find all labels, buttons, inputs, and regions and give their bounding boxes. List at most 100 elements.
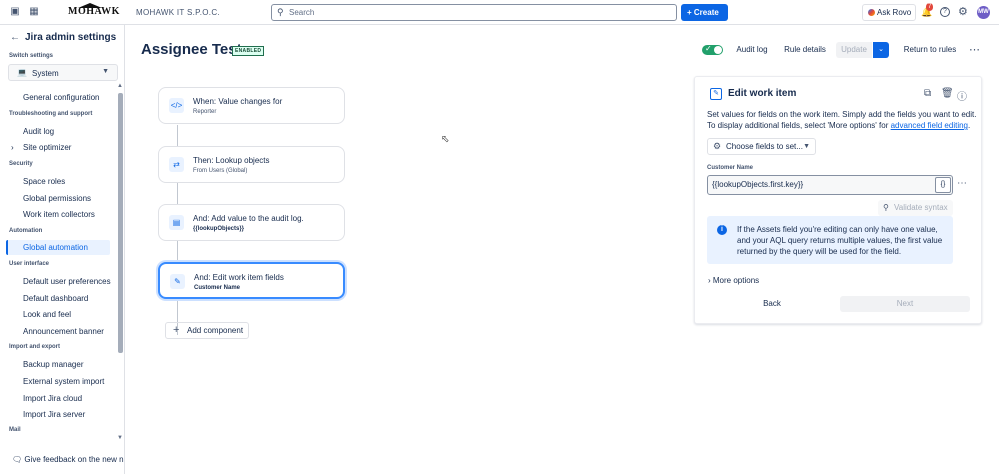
validate-syntax-label: Validate syntax bbox=[894, 203, 948, 212]
scroll-up-arrow-icon[interactable]: ▲ bbox=[117, 83, 123, 89]
sidebar-scrollbar[interactable]: ▲ ▼ bbox=[117, 83, 124, 449]
mouse-cursor-icon: ⬁ bbox=[441, 134, 450, 145]
sidebar-section-user-interface: User interface bbox=[9, 261, 50, 267]
sidebar-nav-list: General configuration Troubleshooting an… bbox=[0, 87, 117, 447]
update-dropdown-chevron-icon[interactable]: ⌄ bbox=[873, 42, 889, 58]
give-feedback-link[interactable]: 🗨 Give feedback on the new navigation bbox=[12, 455, 124, 464]
settings-switcher-value: System bbox=[32, 69, 59, 78]
delete-icon[interactable]: 🗑 bbox=[941, 88, 954, 99]
flow-card-title: And: Edit work item fields bbox=[194, 273, 284, 282]
flow-card-subtitle: From Users (Global) bbox=[193, 168, 248, 174]
scroll-thumb[interactable] bbox=[118, 93, 123, 353]
next-button[interactable]: Next bbox=[840, 296, 970, 312]
sidebar-item-external-system-import[interactable]: External system import bbox=[23, 377, 104, 386]
feedback-icon: 🗨 bbox=[12, 455, 25, 464]
monitor-icon: 💻 bbox=[17, 68, 27, 77]
app-switcher-icon[interactable]: ▦ bbox=[28, 6, 40, 18]
ask-rovo-button[interactable]: Ask Rovo bbox=[862, 4, 916, 21]
more-options-toggle[interactable]: › More options bbox=[708, 276, 759, 285]
sidebar-title: Jira admin settings bbox=[25, 32, 117, 43]
company-logo[interactable]: MOHAWK bbox=[68, 6, 120, 17]
advanced-field-editing-link[interactable]: advanced field editing bbox=[891, 121, 968, 130]
info-message: i If the Assets field you're editing can… bbox=[707, 216, 953, 264]
audit-log-button[interactable]: Audit log bbox=[731, 42, 773, 58]
return-to-rules-button[interactable]: Return to rules bbox=[898, 42, 962, 58]
help-icon[interactable]: ? bbox=[940, 7, 950, 17]
create-label: Create bbox=[693, 8, 719, 17]
scroll-down-arrow-icon[interactable]: ▼ bbox=[117, 435, 123, 441]
sidebar-section-mail: Mail bbox=[9, 427, 21, 433]
flow-card-lookup[interactable]: ⇄ Then: Lookup objects From Users (Globa… bbox=[158, 146, 345, 183]
chevron-down-icon: ▼ bbox=[803, 143, 810, 150]
sidebar-item-site-optimizer[interactable]: Site optimizer bbox=[23, 143, 71, 152]
duplicate-icon[interactable]: ⧉ bbox=[924, 88, 931, 99]
gear-icon: ⚙ bbox=[713, 141, 722, 151]
plus-icon: + bbox=[173, 324, 180, 336]
flow-card-trigger[interactable]: </> When: Value changes for Reporter bbox=[158, 87, 345, 124]
panel-description: Set values for fields on the work item. … bbox=[707, 110, 977, 130]
user-avatar[interactable]: MW bbox=[977, 6, 990, 19]
settings-switcher-select[interactable]: 💻 System ▼ bbox=[8, 64, 118, 81]
add-component-button[interactable]: + Add component bbox=[165, 322, 249, 339]
back-arrow-icon[interactable]: ← bbox=[10, 32, 20, 43]
sidebar-item-import-jira-cloud[interactable]: Import Jira cloud bbox=[23, 394, 82, 403]
check-icon: ✓ bbox=[705, 44, 712, 53]
sidebar-item-audit-log[interactable]: Audit log bbox=[23, 127, 54, 136]
create-button[interactable]: + Create bbox=[681, 4, 728, 21]
flow-card-subtitle: Customer Name bbox=[194, 285, 241, 291]
rule-details-button[interactable]: Rule details bbox=[779, 42, 831, 58]
update-button[interactable]: Update bbox=[836, 42, 872, 58]
field-more-icon[interactable]: ⋯ bbox=[957, 178, 967, 189]
notification-count-badge: 7 bbox=[926, 3, 934, 11]
help-icon[interactable]: ⓘ bbox=[957, 88, 967, 103]
switch-settings-label: Switch settings bbox=[9, 53, 54, 59]
info-text: If the Assets field you're editing can o… bbox=[737, 225, 943, 256]
sidebar-item-import-jira-server[interactable]: Import Jira server bbox=[23, 410, 85, 419]
admin-sidebar: ← Jira admin settings Switch settings 💻 … bbox=[0, 25, 125, 474]
sidebar-expand-chevron-icon[interactable]: › bbox=[11, 143, 14, 152]
flow-card-subtitle: {{lookupObjects}} bbox=[193, 226, 245, 232]
sidebar-item-work-item-collectors[interactable]: Work item collectors bbox=[23, 210, 95, 219]
back-button[interactable]: Back bbox=[707, 296, 837, 312]
sidebar-item-default-user-preferences[interactable]: Default user preferences bbox=[23, 277, 111, 286]
customer-name-field[interactable]: {{lookupObjects.first.key}} bbox=[707, 175, 953, 195]
flow-card-edit-work-item[interactable]: ✎ And: Edit work item fields Customer Na… bbox=[158, 262, 345, 299]
sidebar-item-global-permissions[interactable]: Global permissions bbox=[23, 194, 91, 203]
search-input[interactable]: ⚲ Search bbox=[271, 4, 677, 21]
search-icon: ⚲ bbox=[883, 203, 889, 212]
more-actions-icon[interactable]: ⋯ bbox=[969, 43, 980, 56]
sidebar-item-default-dashboard[interactable]: Default dashboard bbox=[23, 294, 88, 303]
sidebar-item-look-and-feel[interactable]: Look and feel bbox=[23, 310, 71, 319]
info-icon: i bbox=[717, 225, 727, 235]
customer-name-label: Customer Name bbox=[707, 165, 754, 171]
flow-card-title: Then: Lookup objects bbox=[193, 156, 270, 165]
flow-card-title: When: Value changes for bbox=[193, 97, 283, 106]
sidebar-toggle-icon[interactable]: ▣ bbox=[9, 6, 21, 18]
sidebar-item-backup-manager[interactable]: Backup manager bbox=[23, 360, 83, 369]
panel-title: Edit work item bbox=[728, 88, 797, 99]
sidebar-section-automation: Automation bbox=[9, 228, 43, 234]
smart-value-brace-icon[interactable]: {} bbox=[935, 177, 951, 193]
validate-syntax-button[interactable]: ⚲ Validate syntax bbox=[878, 200, 953, 216]
sidebar-section-troubleshooting: Troubleshooting and support bbox=[9, 111, 93, 117]
sidebar-item-general-configuration[interactable]: General configuration bbox=[23, 93, 100, 102]
sidebar-item-space-roles[interactable]: Space roles bbox=[23, 177, 65, 186]
add-component-label: Add component bbox=[187, 326, 244, 335]
choose-fields-dropdown[interactable]: ⚙ Choose fields to set... ▼ bbox=[707, 138, 816, 155]
sidebar-item-announcement-banner[interactable]: Announcement banner bbox=[23, 327, 104, 336]
rule-enabled-toggle[interactable]: ✓ bbox=[702, 44, 723, 55]
log-icon: ▤ bbox=[169, 215, 184, 230]
search-icon: ⚲ bbox=[277, 7, 284, 17]
edit-work-item-panel: ✎ Edit work item ⧉ 🗑 ⓘ Set values for fi… bbox=[694, 76, 982, 324]
rovo-icon bbox=[868, 9, 875, 16]
settings-gear-icon[interactable]: ⚙ bbox=[958, 5, 968, 18]
sidebar-item-global-automation[interactable]: Global automation bbox=[23, 243, 88, 252]
sidebar-section-security: Security bbox=[9, 161, 33, 167]
flow-card-audit-log[interactable]: ▤ And: Add value to the audit log. {{loo… bbox=[158, 204, 345, 241]
company-name[interactable]: MOHAWK IT S.P.O.C. bbox=[136, 8, 220, 17]
flow-card-title: And: Add value to the audit log. bbox=[193, 214, 304, 223]
branch-icon: ⇄ bbox=[169, 157, 184, 172]
status-badge: ENABLED bbox=[232, 46, 265, 56]
plus-icon: + bbox=[687, 8, 694, 17]
sidebar-section-import-export: Import and export bbox=[9, 344, 61, 350]
